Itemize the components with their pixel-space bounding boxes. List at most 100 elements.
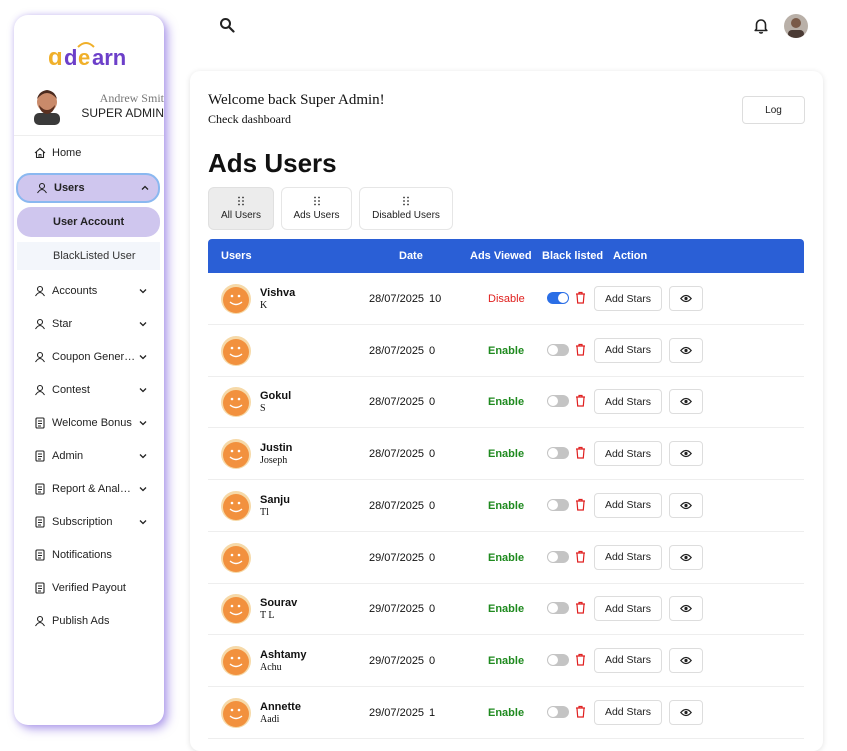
tab-all-users[interactable]: All Users bbox=[208, 187, 274, 230]
trash-icon[interactable] bbox=[575, 653, 586, 666]
user-subname: Joseph bbox=[260, 455, 288, 467]
add-stars-button[interactable]: Add Stars bbox=[594, 544, 662, 570]
table-row: Vishva K 28/07/2025 10 Disable Add Stars bbox=[208, 273, 804, 325]
status-toggle-link[interactable]: Enable bbox=[488, 345, 524, 357]
tab-disabled-users[interactable]: Disabled Users bbox=[359, 187, 453, 230]
user-icon bbox=[37, 182, 47, 194]
sidebar-item-accounts[interactable]: Accounts bbox=[14, 277, 164, 305]
add-stars-button[interactable]: Add Stars bbox=[594, 699, 662, 725]
add-stars-button[interactable]: Add Stars bbox=[594, 596, 662, 622]
view-button[interactable] bbox=[669, 286, 703, 311]
sidebar-item-notifications[interactable]: Notifications bbox=[14, 541, 164, 569]
status-toggle-link[interactable]: Enable bbox=[488, 707, 524, 719]
trash-icon[interactable] bbox=[575, 498, 586, 511]
status-toggle-link[interactable]: Enable bbox=[488, 500, 524, 512]
chevron-down-icon[interactable] bbox=[138, 517, 148, 527]
chevron-down-icon[interactable] bbox=[138, 352, 148, 362]
sidebar-item-label: Notifications bbox=[52, 549, 112, 561]
sidebar-item-verified-payout[interactable]: Verified Payout bbox=[14, 574, 164, 602]
blacklist-toggle[interactable] bbox=[547, 292, 569, 304]
account-avatar[interactable] bbox=[784, 14, 808, 38]
trash-icon[interactable] bbox=[575, 446, 586, 459]
eye-icon bbox=[680, 294, 692, 303]
sidebar-item-star[interactable]: Star bbox=[14, 310, 164, 338]
chevron-up-icon[interactable] bbox=[140, 183, 150, 193]
trash-icon[interactable] bbox=[575, 291, 586, 304]
table-row: Annette Aadi 29/07/2025 1 Enable Add Stars bbox=[208, 687, 804, 739]
eye-icon bbox=[680, 397, 692, 406]
sidebar-item-publish-ads[interactable]: Publish Ads bbox=[14, 607, 164, 635]
view-button[interactable] bbox=[669, 389, 703, 415]
add-stars-button[interactable]: Add Stars bbox=[594, 389, 662, 415]
sidebar-subitem-user-account[interactable]: User Account bbox=[17, 207, 160, 237]
user-avatar-icon bbox=[221, 697, 251, 728]
chevron-down-icon[interactable] bbox=[138, 418, 148, 428]
trash-icon[interactable] bbox=[575, 601, 586, 614]
table-header: Users Date Ads Viewed Black listed Actio… bbox=[208, 239, 804, 273]
blacklist-toggle[interactable] bbox=[547, 447, 569, 460]
toggle-knob bbox=[548, 396, 558, 407]
view-button[interactable] bbox=[669, 337, 703, 363]
trash-icon[interactable] bbox=[575, 705, 586, 718]
sidebar-item-contest[interactable]: Contest bbox=[14, 376, 164, 404]
sidebar-item-admin[interactable]: Admin bbox=[14, 442, 164, 470]
sidebar-subitem-blacklisted-user[interactable]: BlackListed User bbox=[17, 242, 160, 270]
view-button[interactable] bbox=[669, 647, 703, 673]
sidebar-item-report-analytics[interactable]: Report & Analytics bbox=[14, 475, 164, 503]
sidebar-item-label: Verified Payout bbox=[52, 582, 126, 594]
add-stars-button[interactable]: Add Stars bbox=[594, 647, 662, 673]
blacklist-toggle[interactable] bbox=[547, 498, 569, 511]
chevron-down-icon[interactable] bbox=[138, 484, 148, 494]
sidebar-item-coupon-generator[interactable]: Coupon Generator bbox=[14, 343, 164, 371]
view-button[interactable] bbox=[669, 544, 703, 570]
add-stars-button[interactable]: Add Stars bbox=[594, 441, 662, 467]
search-icon[interactable] bbox=[219, 17, 235, 33]
trash-icon[interactable] bbox=[575, 550, 586, 563]
blacklist-toggle[interactable] bbox=[547, 550, 569, 563]
sidebar-item-users[interactable]: Users bbox=[16, 173, 160, 203]
user-subname: Aadi bbox=[260, 713, 280, 725]
status-toggle-link[interactable]: Enable bbox=[488, 603, 524, 615]
tab-ads-users[interactable]: Ads Users bbox=[281, 187, 352, 230]
chevron-down-icon[interactable] bbox=[138, 451, 148, 461]
sidebar-item-label: Subscription bbox=[52, 516, 113, 528]
blacklist-toggle[interactable] bbox=[547, 705, 569, 718]
status-toggle-link[interactable]: Disable bbox=[488, 293, 525, 305]
chevron-down-icon[interactable] bbox=[138, 385, 148, 395]
add-stars-button[interactable]: Add Stars bbox=[594, 492, 662, 518]
sidebar-item-welcome-bonus[interactable]: Welcome Bonus bbox=[14, 409, 164, 437]
view-button[interactable] bbox=[669, 492, 703, 518]
blacklist-toggle[interactable] bbox=[547, 343, 569, 356]
status-toggle-link[interactable]: Enable bbox=[488, 448, 524, 460]
status-toggle-link[interactable]: Enable bbox=[488, 655, 524, 667]
document-icon bbox=[35, 549, 45, 561]
page-title: Ads Users bbox=[208, 148, 337, 178]
status-toggle-link[interactable]: Enable bbox=[488, 552, 524, 564]
blacklist-toggle[interactable] bbox=[547, 602, 569, 615]
view-button[interactable] bbox=[669, 441, 703, 467]
status-toggle-link[interactable]: Enable bbox=[488, 396, 524, 408]
chevron-down-icon[interactable] bbox=[138, 286, 148, 296]
blacklist-toggle[interactable] bbox=[547, 395, 569, 408]
add-stars-button[interactable]: Add Stars bbox=[594, 337, 662, 363]
user-profile[interactable]: Andrew Smith SUPER ADMIN bbox=[30, 87, 164, 139]
table-row: 29/07/2025 0 Enable Add Stars bbox=[208, 532, 804, 584]
chevron-down-icon[interactable] bbox=[138, 319, 148, 329]
row-ads-viewed: 0 bbox=[429, 499, 436, 512]
view-button[interactable] bbox=[669, 699, 703, 725]
toggle-knob bbox=[548, 551, 558, 562]
view-button[interactable] bbox=[669, 596, 703, 622]
adearn-logo[interactable]: ɑ d e arn bbox=[38, 35, 148, 81]
blacklist-toggle[interactable] bbox=[547, 653, 569, 666]
profile-role: SUPER ADMIN bbox=[81, 106, 164, 120]
add-stars-button[interactable]: Add Stars bbox=[594, 286, 662, 311]
sidebar-item-subscription[interactable]: Subscription bbox=[14, 508, 164, 536]
trash-icon[interactable] bbox=[575, 394, 586, 407]
tab-label: Disabled Users bbox=[372, 210, 440, 221]
trash-icon[interactable] bbox=[575, 343, 586, 356]
sidebar-item-home[interactable]: Home bbox=[14, 139, 164, 167]
bell-icon[interactable] bbox=[753, 17, 769, 34]
eye-icon bbox=[680, 449, 692, 458]
column-header-date: Date bbox=[399, 250, 423, 262]
log-button[interactable]: Log bbox=[742, 96, 805, 124]
